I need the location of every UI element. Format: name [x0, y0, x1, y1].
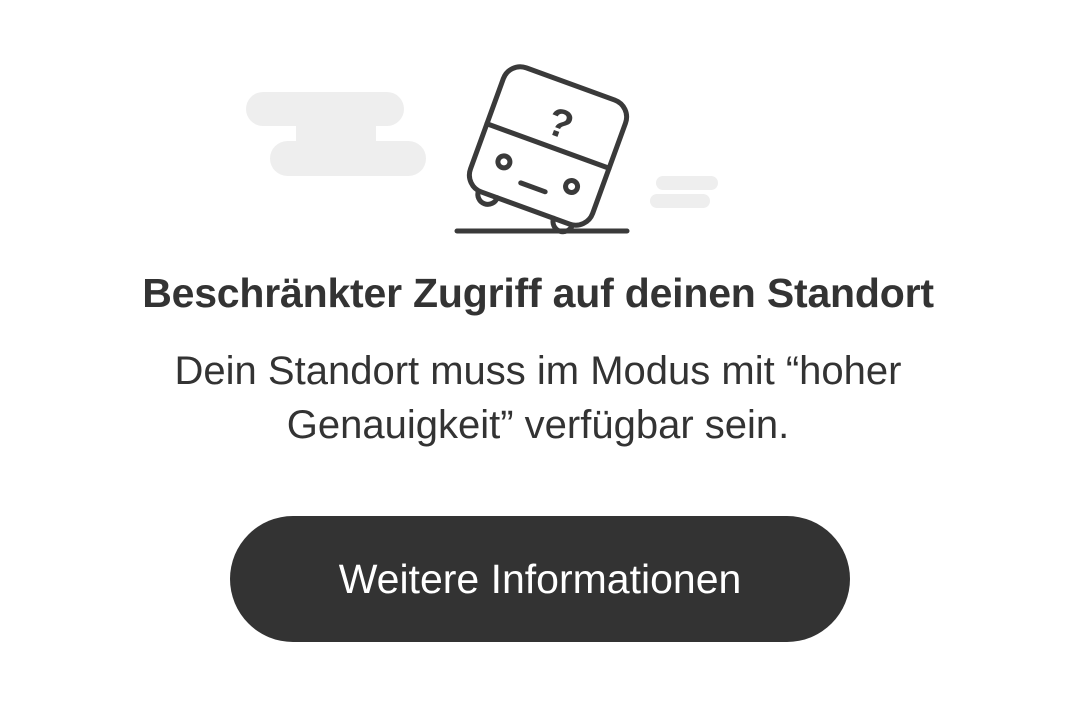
page-title: Beschränkter Zugriff auf deinen Standort — [142, 270, 934, 316]
cloud-right-icon — [650, 176, 718, 208]
tilted-bus-icon — [466, 64, 630, 235]
page-description: Dein Standort muss im Modus mit “hoher G… — [174, 349, 902, 447]
more-info-button-label: Weitere Informationen — [338, 555, 742, 602]
more-info-button[interactable]: Weitere Informationen — [230, 516, 850, 642]
cloud-left-icon — [246, 92, 426, 176]
question-mark-glyph: ? — [541, 99, 579, 149]
location-restricted-illustration: ? — [246, 64, 718, 235]
